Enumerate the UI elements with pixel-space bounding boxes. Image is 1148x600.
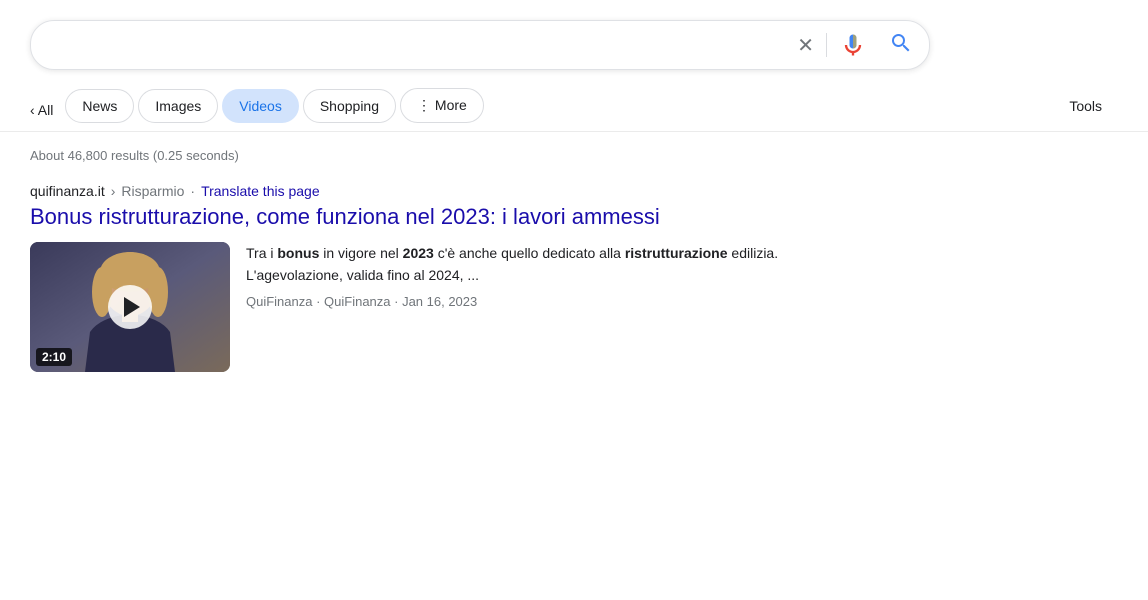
play-triangle-icon <box>124 297 140 317</box>
search-bar-container: bonus ristrutturazione 2023 ✕ <box>0 0 1148 80</box>
result-dot: · <box>190 183 195 199</box>
tab-images[interactable]: Images <box>138 89 218 123</box>
tools-button[interactable]: Tools <box>1053 90 1118 122</box>
tab-more[interactable]: ⋮ More <box>400 88 484 123</box>
result-breadcrumb: Risparmio <box>121 183 184 199</box>
tab-videos[interactable]: Videos <box>222 89 299 123</box>
results-count: About 46,800 results (0.25 seconds) <box>30 148 870 163</box>
video-thumbnail[interactable]: 2:10 <box>30 242 230 372</box>
result-snippet-area: Tra i bonus in vigore nel 2023 c'è anche… <box>246 242 870 309</box>
search-bar: bonus ristrutturazione 2023 ✕ <box>30 20 930 70</box>
search-input[interactable]: bonus ristrutturazione 2023 <box>47 35 797 56</box>
tab-shopping[interactable]: Shopping <box>303 89 396 123</box>
video-duration: 2:10 <box>36 348 72 366</box>
results-area: About 46,800 results (0.25 seconds) quif… <box>0 132 900 408</box>
result-title[interactable]: Bonus ristrutturazione, come funziona ne… <box>30 203 870 232</box>
translate-link[interactable]: Translate this page <box>201 183 320 199</box>
result-snippet: Tra i bonus in vigore nel 2023 c'è anche… <box>246 242 870 286</box>
search-icons: ✕ <box>797 31 913 60</box>
mic-icon[interactable] <box>839 31 867 59</box>
tab-news[interactable]: News <box>65 89 134 123</box>
result-meta: QuiFinanza · QuiFinanza · Jan 16, 2023 <box>246 294 870 309</box>
result-site: quifinanza.it <box>30 183 105 199</box>
result-body: 2:10 Tra i bonus in vigore nel 2023 c'è … <box>30 242 870 372</box>
result-breadcrumb-separator: › <box>111 183 116 199</box>
divider <box>826 33 827 57</box>
result-site-line: quifinanza.it › Risparmio · Translate th… <box>30 183 870 199</box>
filter-tabs: ‹ All News Images Videos Shopping ⋮ More… <box>0 80 1148 132</box>
play-button[interactable] <box>108 285 152 329</box>
search-button[interactable] <box>889 31 913 60</box>
result-item: quifinanza.it › Risparmio · Translate th… <box>30 183 870 372</box>
clear-icon[interactable]: ✕ <box>797 33 814 58</box>
back-all-tab[interactable]: ‹ All <box>30 102 53 118</box>
